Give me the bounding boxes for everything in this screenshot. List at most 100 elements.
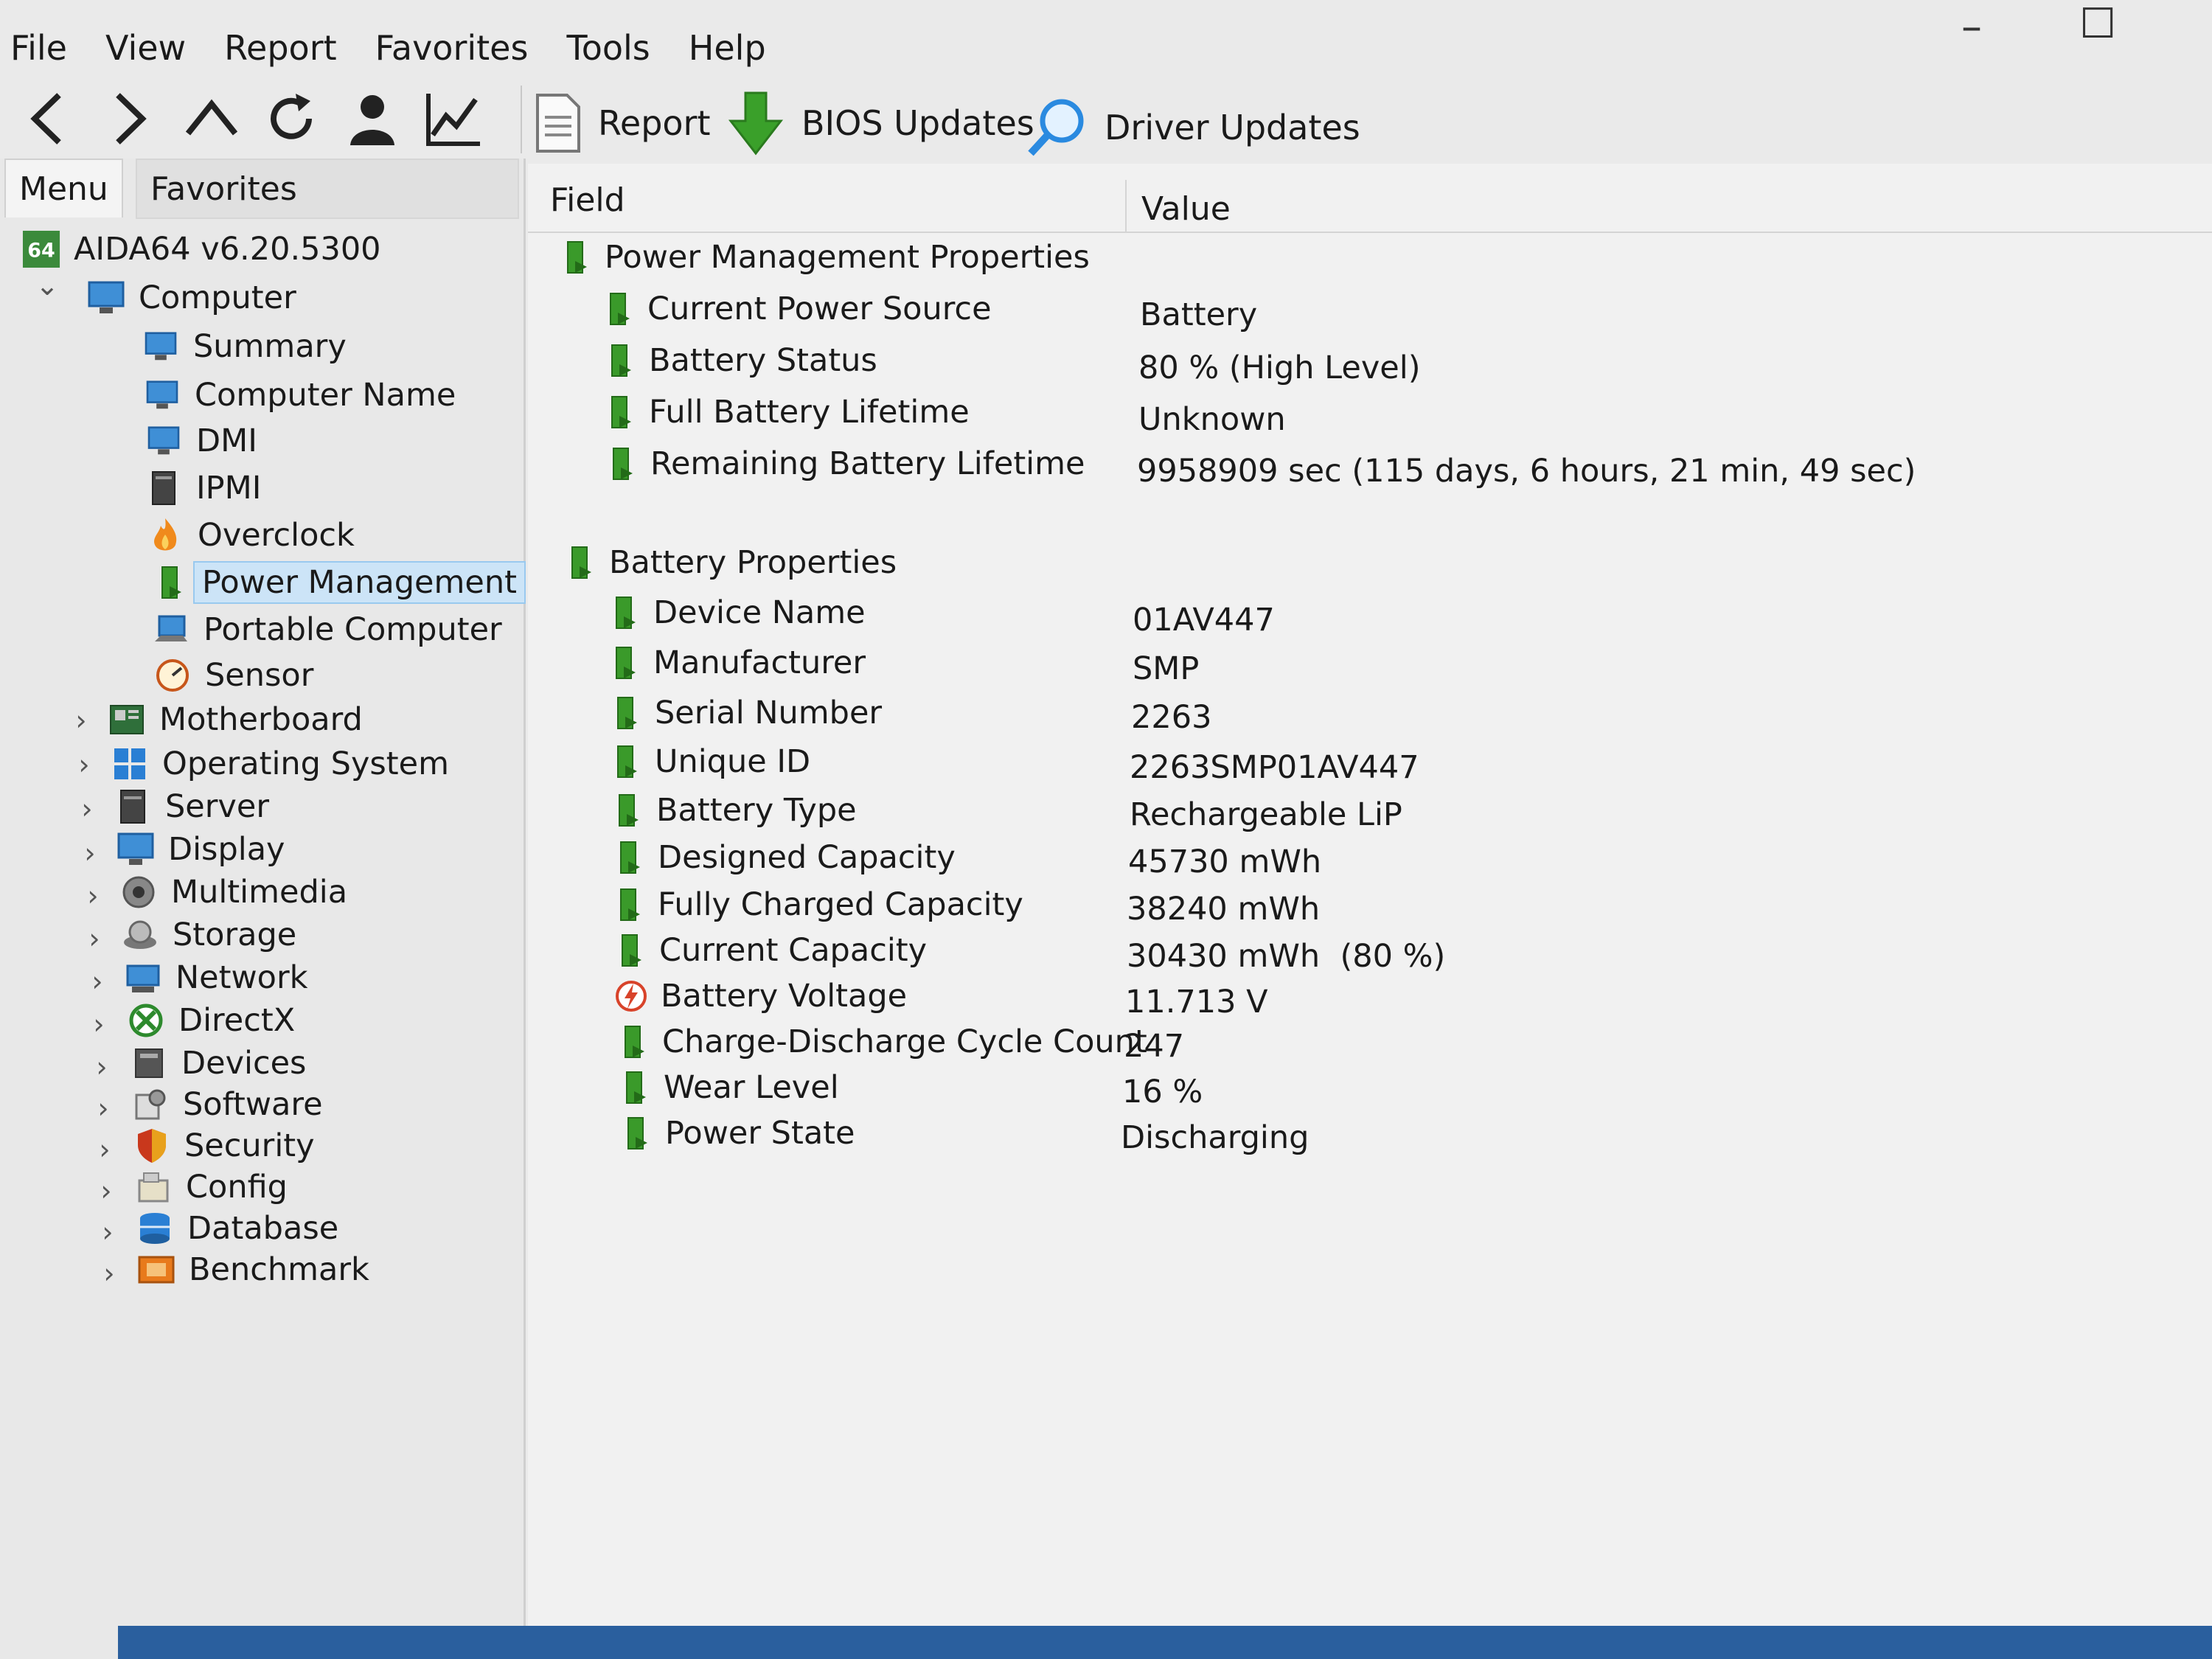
tree-item-operating-system[interactable]: Operating System <box>111 741 449 787</box>
battery-icon <box>600 290 636 328</box>
tree-item-sensor[interactable]: Sensor <box>153 653 313 698</box>
column-header-value[interactable]: Value <box>1141 190 1231 228</box>
table-row-field[interactable]: Serial Number <box>608 690 882 736</box>
tree-item-network[interactable]: Network <box>124 955 308 1001</box>
tree-item-ipmi[interactable]: IPMI <box>145 465 261 511</box>
device-icon <box>130 1044 168 1082</box>
table-row-value: 16 % <box>1122 1074 1203 1110</box>
table-row-field[interactable]: Current Capacity <box>612 928 927 973</box>
menu-view[interactable]: View <box>102 28 189 68</box>
table-row-field[interactable]: Fully Charged Capacity <box>611 882 1023 928</box>
tree-item-benchmark[interactable]: Benchmark <box>137 1247 369 1293</box>
chevron-right-icon[interactable]: › <box>87 1051 116 1083</box>
motherboard-icon <box>108 700 146 739</box>
tree-item-power-management[interactable]: Power Management <box>150 560 526 605</box>
table-row-field[interactable]: Wear Level <box>616 1065 839 1110</box>
chevron-right-icon[interactable]: › <box>94 1257 124 1290</box>
chevron-right-icon[interactable]: › <box>83 965 112 998</box>
table-row-field[interactable]: Current Power Source <box>600 286 992 332</box>
tree-item-overclock[interactable]: Overclock <box>146 512 355 558</box>
menu-favorites[interactable]: Favorites <box>372 28 532 68</box>
tree-item-dmi[interactable]: DMI <box>145 418 257 464</box>
chevron-right-icon[interactable]: › <box>69 748 99 781</box>
tree-item-devices[interactable]: Devices <box>130 1040 306 1086</box>
laptop-icon <box>152 611 190 649</box>
table-row-field[interactable]: Charge-Discharge Cycle Count <box>615 1019 1147 1065</box>
table-row-field[interactable]: Battery Type <box>609 787 857 833</box>
computer-icon <box>145 422 183 460</box>
chevron-down-icon[interactable]: ⌄ <box>32 269 62 302</box>
chevron-right-icon[interactable]: › <box>72 793 102 825</box>
battery-icon <box>606 594 641 632</box>
forward-icon[interactable] <box>96 86 162 152</box>
tree-item-computer-name[interactable]: Computer Name <box>143 372 456 418</box>
chart-icon[interactable] <box>420 86 487 152</box>
toolbar: Report BIOS Updates Driver Updates <box>15 80 2153 157</box>
chevron-right-icon[interactable]: › <box>88 1092 118 1124</box>
battery-icon <box>557 238 593 276</box>
tree-item-database[interactable]: Database <box>136 1206 338 1251</box>
chevron-right-icon[interactable]: › <box>75 837 105 869</box>
menu-tools[interactable]: Tools <box>563 28 653 68</box>
chevron-right-icon[interactable]: › <box>80 922 109 955</box>
tree-root-label: AIDA64 v6.20.5300 <box>74 231 381 268</box>
tree-item-software[interactable]: Software <box>131 1082 323 1127</box>
tab-menu[interactable]: Menu <box>4 159 123 218</box>
menu-help[interactable]: Help <box>686 28 769 68</box>
table-row-field[interactable]: Designed Capacity <box>611 835 956 880</box>
tree-item-security[interactable]: Security <box>133 1123 315 1169</box>
config-icon <box>134 1168 173 1206</box>
back-icon[interactable] <box>15 86 81 152</box>
windows-logo-icon <box>111 745 149 783</box>
tree-root-aida64[interactable]: 64 AIDA64 v6.20.5300 <box>22 226 381 272</box>
report-button[interactable]: Report <box>535 90 711 156</box>
chevron-right-icon[interactable]: › <box>66 704 96 737</box>
navigation-panel: Menu Favorites 64 AIDA64 v6.20.5300 ⌄ Co… <box>0 159 526 1659</box>
menu-report[interactable]: Report <box>221 28 340 68</box>
table-row-field[interactable]: Manufacturer <box>606 640 866 686</box>
tree-item-display[interactable]: Display <box>116 827 285 872</box>
tree-item-directx[interactable]: DirectX <box>127 998 295 1043</box>
table-row-field[interactable]: Unique ID <box>608 739 810 785</box>
column-divider[interactable] <box>1125 180 1127 232</box>
server-icon <box>114 787 152 826</box>
tree-item-computer[interactable]: Computer <box>87 275 296 321</box>
table-row-field[interactable]: Battery Status <box>602 338 877 383</box>
table-row-field[interactable]: Full Battery Lifetime <box>602 389 970 435</box>
tree-item-portable-computer[interactable]: Portable Computer <box>152 607 502 653</box>
column-header-field[interactable]: Field <box>550 181 625 219</box>
tree-item-server[interactable]: Server <box>114 784 269 830</box>
chevron-right-icon[interactable]: › <box>78 880 108 912</box>
battery-icon <box>602 393 637 431</box>
details-panel: Field Value Power Management Properties … <box>528 164 2212 1659</box>
chevron-right-icon[interactable]: › <box>84 1008 114 1040</box>
table-row-field[interactable]: Remaining Battery Lifetime <box>603 441 1085 487</box>
driver-updates-button[interactable]: Driver Updates <box>1025 94 1360 161</box>
chevron-right-icon[interactable]: › <box>93 1216 122 1248</box>
tree-item-multimedia[interactable]: Multimedia <box>119 869 347 915</box>
tab-favorites[interactable]: Favorites <box>136 159 519 219</box>
download-arrow-icon <box>728 91 784 156</box>
chevron-right-icon[interactable]: › <box>91 1175 121 1207</box>
tree-item-storage[interactable]: Storage <box>121 912 296 958</box>
group-header-battery-properties[interactable]: Battery Properties <box>562 540 897 585</box>
up-icon[interactable] <box>178 86 245 152</box>
table-row-field[interactable]: Power State <box>618 1110 855 1156</box>
bios-updates-button[interactable]: BIOS Updates <box>726 90 1034 156</box>
menu-file[interactable]: File <box>7 28 70 68</box>
battery-icon <box>150 563 189 602</box>
battery-icon <box>618 1114 653 1152</box>
tree-item-config[interactable]: Config <box>134 1164 288 1210</box>
tree-item-summary[interactable]: Summary <box>142 324 347 369</box>
tree-item-motherboard[interactable]: Motherboard <box>108 697 363 742</box>
gauge-icon <box>153 656 192 695</box>
chevron-right-icon[interactable]: › <box>90 1133 119 1166</box>
user-icon[interactable] <box>339 86 406 152</box>
maximize-button[interactable]: ☐ <box>2079 0 2116 48</box>
refresh-icon[interactable] <box>258 86 324 152</box>
group-header-power-management[interactable]: Power Management Properties <box>557 234 1090 280</box>
table-row-field[interactable]: Battery Voltage <box>613 973 907 1019</box>
minimize-button[interactable]: – <box>1961 3 1982 51</box>
battery-icon <box>603 445 639 483</box>
table-row-field[interactable]: Device Name <box>606 590 866 636</box>
